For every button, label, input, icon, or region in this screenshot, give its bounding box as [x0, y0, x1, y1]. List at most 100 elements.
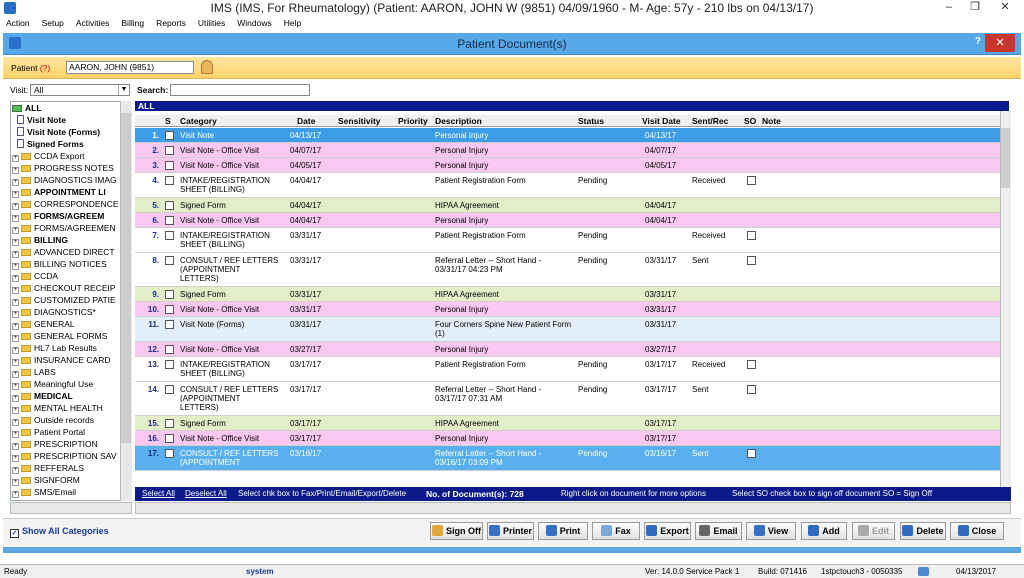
tree-item[interactable]: + GENERAL FORMS	[12, 330, 107, 342]
tree-item[interactable]: + PROGRESS NOTES	[12, 162, 114, 174]
menu-billing[interactable]: Billing	[115, 17, 150, 30]
sign-off-checkbox[interactable]	[747, 256, 756, 265]
expand-icon[interactable]: +	[12, 287, 19, 294]
expand-icon[interactable]: +	[12, 227, 19, 234]
menu-utilities[interactable]: Utilities	[192, 17, 231, 30]
expand-icon[interactable]: +	[12, 491, 19, 498]
expand-icon[interactable]: +	[12, 311, 19, 318]
tree-item[interactable]: Signed Forms	[17, 138, 84, 150]
chevron-down-icon[interactable]: ▼	[118, 85, 129, 95]
row-checkbox[interactable]	[165, 176, 174, 185]
expand-icon[interactable]: +	[12, 155, 19, 162]
col-header-note[interactable]: Note	[762, 116, 781, 126]
tree-scroll-thumb[interactable]	[121, 113, 131, 443]
tree-item[interactable]: + PRESCRIPTION	[12, 438, 98, 450]
view-button[interactable]: View	[746, 522, 796, 540]
patient-help-link[interactable]: (?)	[40, 63, 50, 73]
row-checkbox[interactable]	[165, 201, 174, 210]
table-row[interactable]: 11. Visit Note (Forms) 03/31/17 Four Corner…	[135, 317, 1000, 342]
show-all-categories-checkbox[interactable]: ✓ Show All Categories	[10, 526, 109, 538]
tree-item[interactable]: + Meaningful Use	[12, 378, 93, 390]
tree-item[interactable]: + ADVANCED DIRECT	[12, 246, 115, 258]
row-checkbox[interactable]	[165, 419, 174, 428]
table-row[interactable]: 9. Signed Form 03/31/17 HIPAA Agreement 03/3…	[135, 287, 1000, 302]
select-all-link[interactable]: Select All	[142, 487, 175, 501]
menu-help[interactable]: Help	[278, 17, 307, 30]
tree-item[interactable]: + CUSTOMIZED PATIE	[12, 294, 116, 306]
patient-lookup-icon[interactable]	[201, 60, 213, 74]
grid-horizontal-scrollbar[interactable]	[135, 502, 1011, 514]
row-checkbox[interactable]	[165, 216, 174, 225]
tree-item[interactable]: + SMS/Email	[12, 486, 76, 498]
expand-icon[interactable]: +	[12, 167, 19, 174]
sign-off-checkbox[interactable]	[747, 176, 756, 185]
expand-icon[interactable]: +	[12, 479, 19, 486]
expand-icon[interactable]: +	[12, 191, 19, 198]
print-button[interactable]: Print	[538, 522, 588, 540]
expand-icon[interactable]: +	[12, 347, 19, 354]
row-checkbox[interactable]	[165, 146, 174, 155]
add-button[interactable]: Add	[801, 522, 847, 540]
visit-select[interactable]: All ▼	[30, 84, 130, 96]
grid-scroll-thumb[interactable]	[1001, 128, 1010, 188]
tree-item[interactable]: + BILLING NOTICES	[12, 258, 107, 270]
tree-item[interactable]: + DIAGNOSTICS*	[12, 306, 96, 318]
help-button[interactable]: ?	[975, 36, 981, 47]
tree-item[interactable]: + INSURANCE CARD	[12, 354, 111, 366]
sign-off-button[interactable]: Sign Off	[430, 522, 483, 540]
tree-item[interactable]: + CCDA Export	[12, 150, 85, 162]
patient-field[interactable]: AARON, JOHN (9851)	[66, 61, 194, 74]
col-header-s[interactable]: S	[165, 116, 171, 126]
tree-item[interactable]: + FORMS/AGREEMEN	[12, 222, 116, 234]
col-header-category[interactable]: Category	[180, 116, 217, 126]
expand-icon[interactable]: +	[12, 299, 19, 306]
table-row[interactable]: 8. CONSULT / REF LETTERS (APPOINTMENT LETTE…	[135, 253, 1000, 287]
tree-item[interactable]: + FORMS/AGREEM	[12, 210, 104, 222]
menu-reports[interactable]: Reports	[150, 17, 192, 30]
tree-item[interactable]: + Patient Portal	[12, 426, 85, 438]
tree-item[interactable]: Visit Note	[17, 114, 66, 126]
menu-action[interactable]: Action	[0, 17, 36, 30]
tree-item[interactable]: + Outside records	[12, 414, 94, 426]
table-row[interactable]: 6. Visit Note - Office Visit 04/04/17 Perso…	[135, 213, 1000, 228]
tree-item[interactable]: + MEDICAL	[12, 390, 73, 402]
col-header-so[interactable]: SO	[744, 116, 756, 126]
row-checkbox[interactable]	[165, 434, 174, 443]
table-row[interactable]: 14. CONSULT / REF LETTERS (APPOINTMENT LETT…	[135, 382, 1000, 416]
tree-item[interactable]: + HL7 Lab Results	[12, 342, 97, 354]
expand-icon[interactable]: +	[12, 431, 19, 438]
row-checkbox[interactable]	[165, 345, 174, 354]
expand-icon[interactable]: +	[12, 455, 19, 462]
col-header-sent-rec[interactable]: Sent/Rec	[692, 116, 728, 126]
row-checkbox[interactable]	[165, 449, 174, 458]
expand-icon[interactable]: +	[12, 215, 19, 222]
window-close-button[interactable]: ✕	[988, 0, 1022, 17]
col-header-priority[interactable]: Priority	[398, 116, 428, 126]
expand-icon[interactable]: +	[12, 323, 19, 330]
printer-button[interactable]: Printer	[487, 522, 534, 540]
table-row[interactable]: 16. Visit Note - Office Visit 03/17/17 Pers…	[135, 431, 1000, 446]
expand-icon[interactable]: +	[12, 203, 19, 210]
expand-icon[interactable]: +	[12, 467, 19, 474]
row-checkbox[interactable]	[165, 290, 174, 299]
col-header-sensitivity[interactable]: Sensitivity	[338, 116, 381, 126]
row-checkbox[interactable]	[165, 320, 174, 329]
tree-item[interactable]: + MENTAL HEALTH	[12, 402, 103, 414]
sign-off-checkbox[interactable]	[747, 360, 756, 369]
table-row[interactable]: 1. Visit Note 04/13/17 Personal Injury 04/13…	[135, 128, 1000, 143]
tree-item[interactable]: + LABS	[12, 366, 56, 378]
table-row[interactable]: 10. Visit Note - Office Visit 03/31/17 Pers…	[135, 302, 1000, 317]
menu-windows[interactable]: Windows	[231, 17, 277, 30]
expand-icon[interactable]: +	[12, 251, 19, 258]
col-header-visit-date[interactable]: Visit Date	[642, 116, 681, 126]
expand-icon[interactable]: +	[12, 383, 19, 390]
table-row[interactable]: 12. Visit Note - Office Visit 03/27/17 Pers…	[135, 342, 1000, 357]
expand-icon[interactable]: +	[12, 263, 19, 270]
col-header-status[interactable]: Status	[578, 116, 604, 126]
expand-icon[interactable]: +	[12, 179, 19, 186]
col-header-date[interactable]: Date	[297, 116, 315, 126]
row-checkbox[interactable]	[165, 360, 174, 369]
expand-icon[interactable]: +	[12, 275, 19, 282]
dialog-close-button[interactable]: ✕	[985, 34, 1015, 52]
sign-off-checkbox[interactable]	[747, 449, 756, 458]
